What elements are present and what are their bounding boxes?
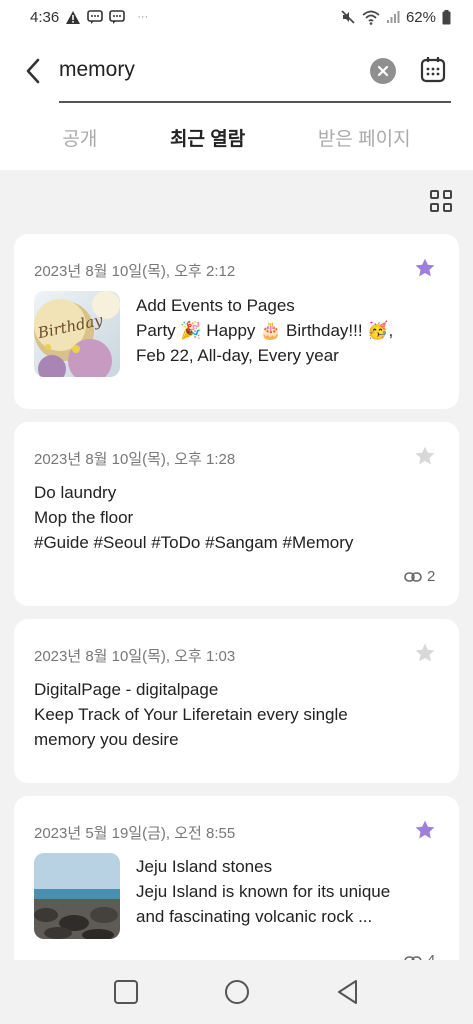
grid-view-toggle-icon[interactable] [430, 190, 452, 212]
tab-recent[interactable]: 최근 열람 [158, 122, 257, 162]
link-count-value: 2 [427, 568, 436, 585]
page-card[interactable]: 2023년 8월 10일(목), 오후 1:03 DigitalPage - d… [14, 619, 459, 783]
home-icon[interactable] [223, 978, 251, 1006]
card-date: 2023년 8월 10일(목), 오후 1:28 [34, 451, 236, 468]
link-icon [404, 571, 422, 582]
card-title: Jeju Island stones [136, 857, 273, 876]
wifi-icon [362, 10, 380, 25]
card-title: Do laundry [34, 483, 117, 502]
chevron-left-icon [26, 58, 40, 84]
card-date: 2023년 5월 19일(금), 오전 8:55 [34, 825, 236, 842]
message-icon [109, 9, 126, 24]
search-header: memory 공개 최근 열람 받은 페이지 [0, 34, 473, 170]
battery-icon [442, 9, 451, 24]
star-icon[interactable] [414, 257, 436, 279]
recent-apps-icon[interactable] [112, 978, 140, 1006]
star-icon[interactable] [414, 642, 436, 664]
page-card[interactable]: 2023년 8월 10일(목), 오후 2:12 Birthday Add Ev… [14, 234, 459, 409]
card-line: Jeju Island is known for its unique [136, 882, 391, 901]
more-notifications-dots: ··· [137, 11, 149, 23]
card-line: and fascinating volcanic rock ... [136, 907, 373, 926]
search-underline [59, 101, 451, 103]
search-input[interactable]: memory [59, 58, 135, 82]
card-title: DigitalPage - digitalpage [34, 680, 219, 699]
card-line: Party 🎉 Happy 🎂 Birthday!!! 🥳, [136, 321, 394, 340]
calendar-icon [420, 57, 446, 83]
battery-percent: 62% [405, 8, 436, 26]
status-bar: 4:36 ··· 62% [0, 0, 473, 34]
calendar-button[interactable] [420, 56, 446, 84]
card-line: memory you desire [34, 730, 179, 749]
clear-search-button[interactable] [370, 58, 396, 84]
card-date: 2023년 8월 10일(목), 오후 1:03 [34, 648, 236, 665]
card-text: Do laundry Mop the floor #Guide #Seoul #… [34, 480, 353, 555]
page-card[interactable]: 2023년 8월 10일(목), 오후 1:28 Do laundry Mop … [14, 422, 459, 606]
card-date: 2023년 8월 10일(목), 오후 2:12 [34, 263, 236, 280]
tab-bar: 공개 최근 열람 받은 페이지 [0, 122, 473, 162]
back-button[interactable] [18, 54, 48, 88]
status-time: 4:36 [30, 8, 60, 26]
birthday-balloons-thumbnail: Birthday [34, 291, 120, 377]
back-nav-icon[interactable] [334, 978, 362, 1006]
card-line: Feb 22, All-day, Every year [136, 346, 339, 365]
link-count: 2 [404, 568, 435, 585]
close-icon [377, 65, 389, 77]
system-navigation-bar [0, 960, 473, 1024]
jeju-rocks-thumbnail [34, 853, 120, 939]
star-icon[interactable] [414, 445, 436, 467]
card-text: DigitalPage - digitalpage Keep Track of … [34, 677, 348, 752]
tab-received[interactable]: 받은 페이지 [306, 122, 423, 162]
message-icon [87, 9, 104, 24]
warning-icon [66, 10, 81, 24]
card-line: Keep Track of Your Liferetain every sing… [34, 705, 348, 724]
page-card[interactable]: 2023년 5월 19일(금), 오전 8:55 Jeju Island sto… [14, 796, 459, 976]
card-text: Add Events to Pages Party 🎉 Happy 🎂 Birt… [136, 293, 393, 368]
tab-public[interactable]: 공개 [50, 122, 109, 162]
card-line: #Guide #Seoul #ToDo #Sangam #Memory [34, 533, 354, 552]
star-icon[interactable] [414, 819, 436, 841]
signal-icon [386, 11, 400, 23]
card-text: Jeju Island stones Jeju Island is known … [136, 854, 390, 929]
mute-icon [341, 10, 355, 24]
card-line: Mop the floor [34, 508, 134, 527]
card-title: Add Events to Pages [136, 296, 295, 315]
